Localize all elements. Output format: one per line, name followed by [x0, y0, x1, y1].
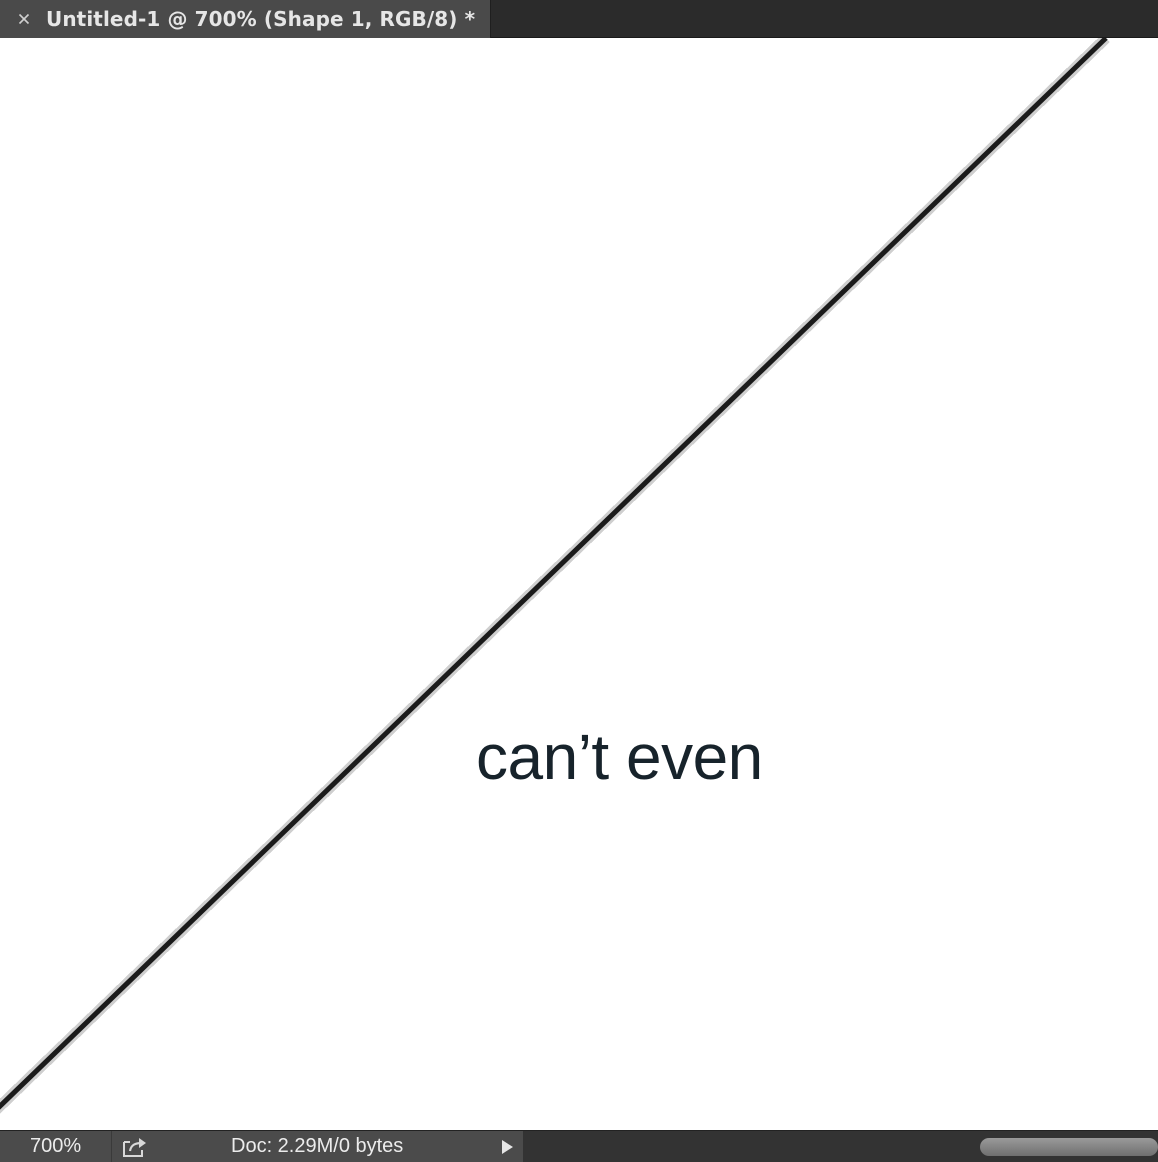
play-triangle-icon[interactable]: [500, 1139, 514, 1155]
canvas-artwork: [0, 38, 1110, 1114]
share-export-icon[interactable]: [120, 1135, 150, 1159]
close-icon[interactable]: [18, 13, 30, 25]
zoom-level-field[interactable]: 700%: [0, 1131, 112, 1162]
canvas-text-layer: can’t even: [476, 721, 763, 793]
canvas[interactable]: can’t even: [0, 38, 1158, 1130]
document-tab[interactable]: Untitled-1 @ 700% (Shape 1, RGB/8) *: [0, 0, 491, 38]
document-tab-title: Untitled-1 @ 700% (Shape 1, RGB/8) *: [46, 7, 476, 31]
horizontal-scrollbar-thumb[interactable]: [980, 1138, 1158, 1156]
diagonal-line-shape: [0, 38, 1108, 1110]
document-tab-bar: Untitled-1 @ 700% (Shape 1, RGB/8) *: [0, 0, 1158, 38]
document-size-info: Doc: 2.29M/0 bytes: [231, 1135, 404, 1157]
document-window: Untitled-1 @ 700% (Shape 1, RGB/8) * can…: [0, 0, 1158, 1162]
status-bar-left: 700% Doc: 2.29M/0 bytes: [0, 1131, 523, 1162]
status-bar: 700% Doc: 2.29M/0 bytes: [0, 1130, 1158, 1162]
